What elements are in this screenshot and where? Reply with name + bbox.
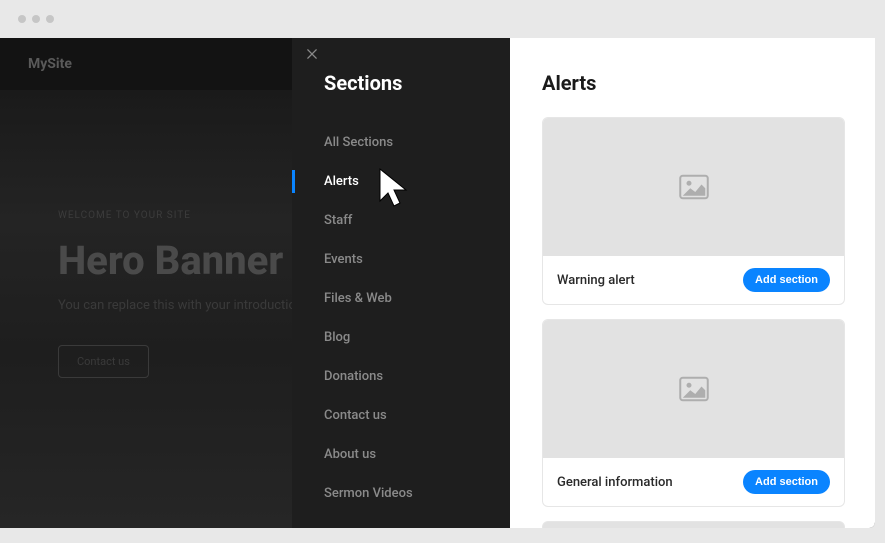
card-peek — [542, 521, 845, 528]
browser-titlebar — [0, 0, 885, 38]
image-placeholder-icon — [679, 376, 709, 402]
card-footer: Warning alert Add section — [543, 256, 844, 304]
app-content: MySite WELCOME TO YOUR SITE Hero Banner … — [0, 38, 875, 528]
card-thumbnail — [543, 118, 844, 256]
section-item-staff[interactable]: Staff — [292, 201, 510, 240]
section-item-about-us[interactable]: About us — [292, 435, 510, 474]
panel-title: Sections — [292, 38, 510, 95]
sections-panel: Sections All SectionsAlertsStaffEventsFi… — [292, 38, 510, 528]
main-panel: Alerts Warning alertAdd sectionGeneral i… — [510, 38, 875, 528]
browser-frame: MySite WELCOME TO YOUR SITE Hero Banner … — [0, 0, 885, 543]
section-item-contact-us[interactable]: Contact us — [292, 396, 510, 435]
card-label: Warning alert — [557, 273, 635, 288]
site-name: MySite — [28, 56, 72, 72]
cards-container: Warning alertAdd sectionGeneral informat… — [542, 117, 845, 507]
window-dot — [46, 15, 54, 23]
add-section-button[interactable]: Add section — [743, 268, 830, 292]
section-card: Warning alert Add section — [542, 117, 845, 305]
image-placeholder-icon — [679, 174, 709, 200]
section-item-all-sections[interactable]: All Sections — [292, 123, 510, 162]
section-list: All SectionsAlertsStaffEventsFiles & Web… — [292, 123, 510, 513]
section-item-events[interactable]: Events — [292, 240, 510, 279]
section-item-donations[interactable]: Donations — [292, 357, 510, 396]
section-item-alerts[interactable]: Alerts — [292, 162, 510, 201]
card-footer: General information Add section — [543, 458, 844, 506]
close-icon[interactable] — [304, 46, 320, 62]
section-item-files-web[interactable]: Files & Web — [292, 279, 510, 318]
card-label: General information — [557, 475, 673, 490]
window-dot — [32, 15, 40, 23]
section-item-sermon-videos[interactable]: Sermon Videos — [292, 474, 510, 513]
section-item-blog[interactable]: Blog — [292, 318, 510, 357]
add-section-button[interactable]: Add section — [743, 470, 830, 494]
main-title: Alerts — [542, 71, 845, 95]
card-thumbnail — [543, 320, 844, 458]
section-card: General information Add section — [542, 319, 845, 507]
hero-cta-button[interactable]: Contact us — [58, 345, 149, 378]
window-dot — [18, 15, 26, 23]
